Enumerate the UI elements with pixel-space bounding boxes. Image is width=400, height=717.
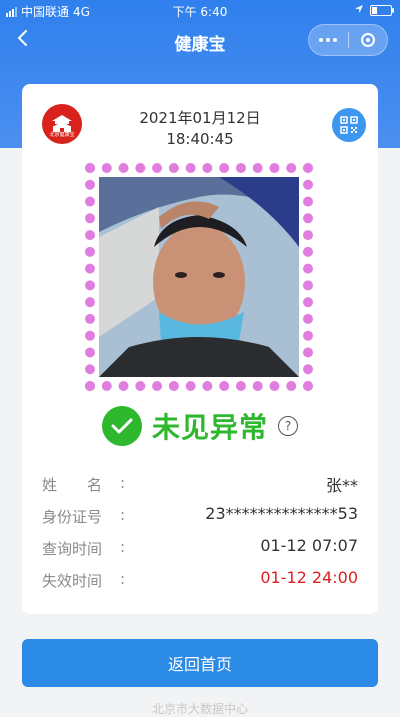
mini-program-capsule: [308, 24, 388, 56]
info-value: 23**************53: [205, 504, 358, 523]
date-label: 2021年01月12日: [139, 109, 261, 127]
info-colon: :: [120, 570, 126, 588]
location-arrow-icon: [354, 3, 364, 17]
navigation-bar: 健康宝: [0, 20, 400, 60]
footer-text: 北京市大数据中心: [151, 702, 248, 716]
photo-frame: [84, 162, 314, 392]
info-colon: :: [120, 506, 126, 524]
help-question-icon[interactable]: ?: [278, 416, 298, 436]
battery-icon: [370, 4, 394, 16]
info-value: 01-12 24:00: [260, 568, 358, 587]
info-value: 张**: [325, 476, 358, 495]
status-right: [354, 3, 394, 17]
qr-code-button[interactable]: [332, 108, 366, 142]
clock-label: 下午 6:40: [172, 5, 228, 19]
health-status: 未见异常 ?: [22, 406, 378, 446]
info-label: 姓 名: [42, 476, 103, 494]
info-colon: :: [120, 474, 126, 492]
info-row: 查询时间: 01-12 07:07: [42, 532, 358, 564]
info-row: 身份证号: 23**************53: [42, 500, 358, 532]
info-value: 01-12 07:07: [260, 536, 358, 555]
info-label: 身份证号: [42, 508, 103, 526]
user-photo-image: [99, 177, 299, 377]
info-label: 失效时间: [42, 572, 103, 590]
status-text: 未见异常: [151, 411, 268, 444]
target-circle-icon: [360, 33, 375, 47]
qr-code-icon: [340, 116, 358, 134]
time-label: 18:40:45: [166, 130, 234, 148]
personal-info-list: 姓 名: 张** 身份证号: 23**************53 查询时间: 01-12…: [42, 468, 358, 596]
query-datetime: 2021年01月12日 18:40:45: [22, 108, 378, 150]
info-row: 姓 名: 张**: [42, 468, 358, 500]
close-mini-program-button[interactable]: [349, 25, 388, 55]
info-label: 查询时间: [42, 540, 103, 558]
info-row: 失效时间: 01-12 24:00: [42, 564, 358, 596]
more-button[interactable]: [309, 25, 348, 55]
info-colon: :: [120, 538, 126, 556]
user-photo: [99, 177, 299, 377]
check-circle-icon: [101, 406, 142, 446]
health-code-card: 北京健康宝 2021年01月12日 18:40:45 未见异常 ? 姓 名: …: [22, 84, 378, 614]
status-bar: 中国联通 4G 下午 6:40: [0, 0, 400, 20]
more-dots-icon: [319, 38, 338, 42]
back-home-button[interactable]: 返回首页: [22, 639, 378, 687]
